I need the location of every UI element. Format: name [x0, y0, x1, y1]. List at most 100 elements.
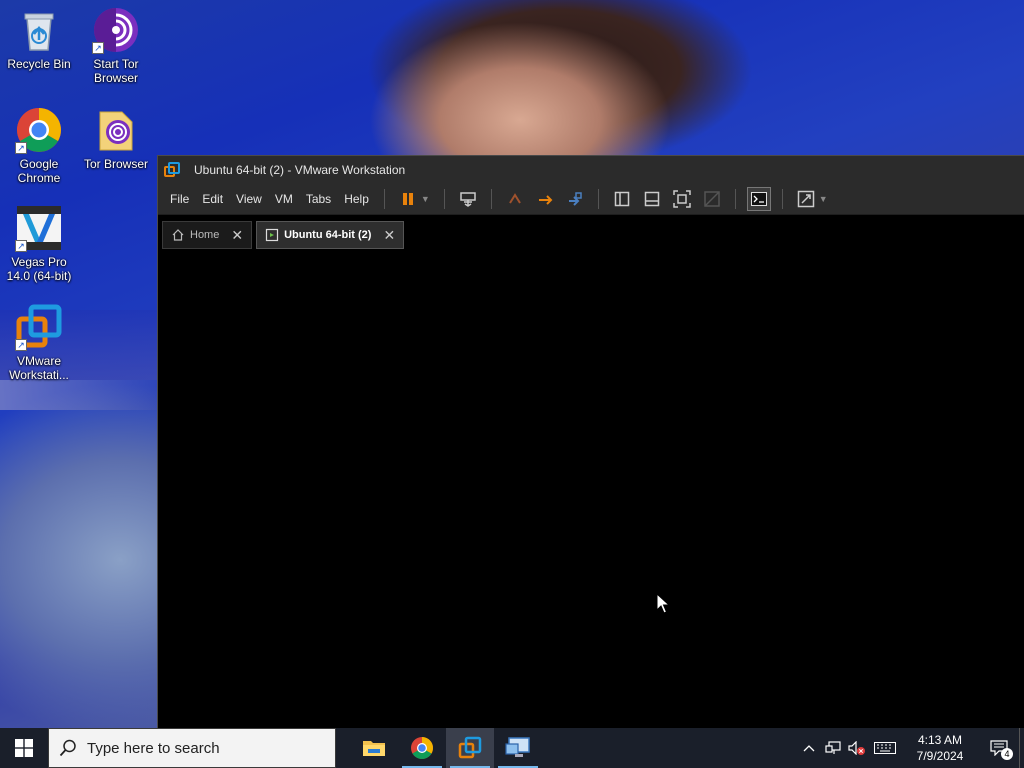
suspend-button[interactable]	[396, 187, 420, 211]
vmware-icon	[458, 736, 482, 759]
menu-toolbar: File Edit View VM Tabs Help ▼ ▼	[158, 183, 1024, 215]
stretch-icon	[797, 190, 815, 207]
show-hidden-icons-button[interactable]	[797, 728, 821, 768]
desktop-icon-tor-browser[interactable]: Tor Browser	[78, 106, 154, 171]
tor-folder-icon	[92, 106, 140, 154]
shortcut-arrow-icon: ↗	[92, 42, 104, 54]
unity-icon	[704, 190, 720, 207]
desktop-icon-label: Start Tor Browser	[93, 57, 139, 85]
vegas-pro-icon: ↗	[15, 204, 63, 252]
search-icon	[59, 739, 76, 757]
taskbar-chrome[interactable]	[398, 728, 446, 768]
revert-snapshot-button[interactable]	[533, 187, 557, 211]
snapshot-manager-icon	[568, 191, 582, 206]
menu-help[interactable]: Help	[338, 188, 375, 210]
file-explorer-icon	[363, 741, 385, 756]
vm-console-display[interactable]	[158, 254, 1024, 728]
wallpaper-decoration	[0, 380, 160, 410]
unity-mode-button[interactable]	[700, 187, 724, 211]
tab-ubuntu-vm[interactable]: Ubuntu 64-bit (2) ✕	[256, 221, 405, 249]
network-tray-button[interactable]	[821, 728, 845, 768]
send-ctrl-alt-del-button[interactable]	[456, 187, 480, 211]
keyboard-icon	[874, 742, 896, 754]
notification-badge: 4	[1001, 748, 1013, 760]
vmware-icon: ↗	[15, 303, 63, 351]
chrome-icon: ↗	[15, 106, 63, 154]
desktop-icon-label: Vegas Pro 14.0 (64-bit)	[6, 255, 72, 283]
revert-icon	[538, 194, 553, 205]
search-placeholder: Type here to search	[87, 739, 220, 757]
terminal-icon	[750, 191, 767, 206]
fullscreen-icon	[673, 189, 691, 208]
desktop-icon-label: Tor Browser	[83, 157, 148, 171]
shortcut-arrow-icon: ↗	[15, 339, 27, 351]
chevron-down-icon[interactable]: ▼	[421, 194, 430, 204]
chevron-down-icon[interactable]: ▼	[819, 194, 828, 204]
mouse-cursor-icon	[656, 593, 670, 614]
desktop-icon-label: VMware Workstati...	[9, 354, 69, 382]
toolbar-separator	[490, 188, 492, 209]
clock-date: 7/9/2024	[916, 749, 964, 763]
taskbar-file-explorer[interactable]	[350, 728, 398, 768]
tab-bar: Home ✕ Ubuntu 64-bit (2) ✕	[158, 215, 1024, 253]
taskbar-clock[interactable]: 4:13 AM 7/9/2024	[901, 732, 979, 764]
action-center-button[interactable]: 4	[979, 728, 1019, 768]
start-button[interactable]	[0, 728, 48, 768]
shortcut-arrow-icon: ↗	[15, 240, 27, 252]
windows-logo-icon	[15, 739, 33, 757]
pause-icon	[402, 192, 413, 205]
desktop-icon-recycle-bin[interactable]: Recycle Bin	[1, 6, 77, 71]
menu-vm[interactable]: VM	[269, 188, 299, 210]
toolbar-separator	[781, 188, 783, 209]
remote-desktop-icon	[505, 737, 530, 757]
vm-icon	[265, 228, 279, 242]
taskbar-search-box[interactable]: Type here to search	[48, 728, 336, 768]
network-icon	[825, 741, 841, 754]
recycle-bin-icon	[15, 6, 63, 54]
system-tray: 4:13 AM 7/9/2024 4	[797, 728, 1024, 768]
toolbar-separator	[443, 188, 445, 209]
snapshot-manager-button[interactable]	[563, 187, 587, 211]
full-screen-button[interactable]	[670, 187, 694, 211]
toolbar-separator	[734, 188, 736, 209]
tab-label: Ubuntu 64-bit (2)	[284, 229, 372, 241]
tab-home[interactable]: Home ✕	[162, 221, 253, 249]
close-icon[interactable]: ✕	[383, 227, 395, 244]
chevron-up-icon	[803, 745, 815, 752]
close-icon[interactable]: ✕	[231, 227, 243, 244]
show-thumbnail-bar-button[interactable]	[640, 187, 664, 211]
send-keys-icon	[460, 191, 476, 207]
toolbar-separator	[383, 188, 385, 209]
menu-edit[interactable]: Edit	[196, 188, 229, 210]
taskbar-remote-desktop[interactable]	[494, 728, 542, 768]
shortcut-arrow-icon: ↗	[15, 142, 27, 154]
vmware-icon	[164, 161, 180, 177]
volume-muted-icon	[848, 741, 865, 755]
taskbar: Type here to search 4:13 AM 7/9/2024 4	[0, 728, 1024, 768]
snapshot-button[interactable]	[503, 187, 527, 211]
volume-tray-button[interactable]	[845, 728, 869, 768]
toolbar-separator	[597, 188, 599, 209]
clock-time: 4:13 AM	[917, 733, 963, 747]
desktop-icon-start-tor-browser[interactable]: ↗ Start Tor Browser	[78, 6, 154, 85]
desktop-icon-label: Google Chrome	[17, 157, 61, 185]
desktop-icon-vegas-pro[interactable]: ↗ Vegas Pro 14.0 (64-bit)	[1, 204, 77, 283]
desktop-icon-label: Recycle Bin	[7, 57, 71, 71]
window-titlebar[interactable]: Ubuntu 64-bit (2) - VMware Workstation	[158, 156, 1024, 183]
menu-tabs[interactable]: Tabs	[300, 188, 337, 210]
menu-view[interactable]: View	[230, 188, 268, 210]
sidebar-layout-icon	[614, 191, 630, 206]
taskbar-vmware-workstation[interactable]	[446, 728, 494, 768]
desktop-icon-google-chrome[interactable]: ↗ Google Chrome	[1, 106, 77, 185]
stretch-guest-button[interactable]	[794, 187, 818, 211]
console-view-button[interactable]	[746, 186, 771, 211]
tor-browser-icon: ↗	[92, 6, 140, 54]
desktop-icon-vmware-workstation[interactable]: ↗ VMware Workstati...	[1, 303, 77, 382]
window-title: Ubuntu 64-bit (2) - VMware Workstation	[194, 162, 406, 177]
menu-file[interactable]: File	[164, 188, 195, 210]
touch-keyboard-button[interactable]	[869, 728, 901, 768]
bottom-panel-icon	[644, 191, 660, 206]
vmware-window: Ubuntu 64-bit (2) - VMware Workstation F…	[157, 155, 1024, 728]
show-library-button[interactable]	[610, 187, 634, 211]
show-desktop-button[interactable]	[1019, 728, 1024, 768]
